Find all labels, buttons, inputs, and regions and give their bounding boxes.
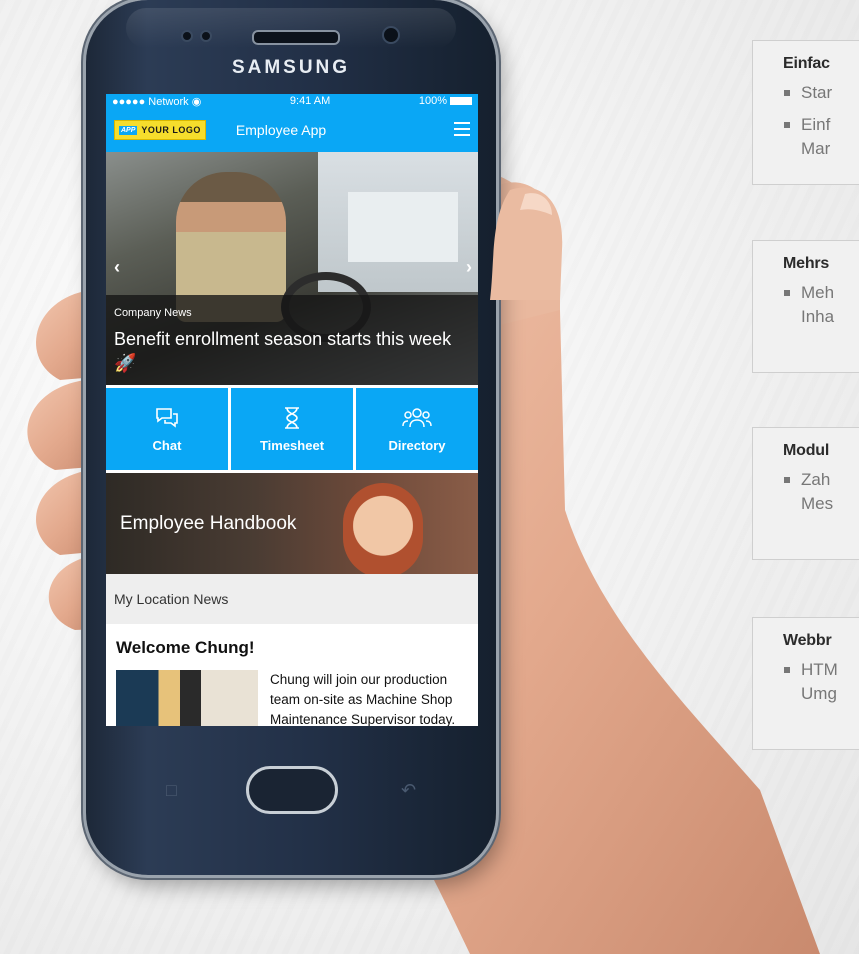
status-bar: ●●●●● Network ◉ 9:41 AM 100% [106, 94, 478, 108]
handbook-banner[interactable]: Employee Handbook [106, 473, 478, 574]
sensor-icon [200, 30, 212, 42]
news-body: Chung will join our production team on-s… [270, 672, 456, 726]
section-header: My Location News [106, 574, 478, 624]
home-button[interactable] [246, 766, 338, 814]
thumb-overlay [490, 187, 563, 300]
status-time: 9:41 AM [289, 95, 331, 107]
wifi-icon: ◉ [191, 95, 202, 108]
quick-actions: Chat Timesheet Directory [106, 385, 478, 473]
tile-label: Directory [388, 437, 446, 453]
sensor-icon [181, 30, 193, 42]
hourglass-icon [285, 406, 299, 429]
back-icon[interactable]: ↶ [401, 780, 416, 801]
app-screen: ●●●●● Network ◉ 9:41 AM 100% APP YOUR LO… [106, 94, 478, 726]
carousel-prev-icon[interactable]: ‹ [114, 257, 120, 278]
phone-device: SAMSUNG ●●●●● Network ◉ 9:41 AM 100% APP… [86, 0, 496, 875]
banner-title: Employee Handbook [120, 513, 297, 534]
battery-percent: 100% [418, 95, 447, 107]
hamburger-menu-icon[interactable] [454, 122, 470, 140]
tile-label: Timesheet [259, 437, 325, 453]
hero-category: Company News [114, 307, 192, 319]
card-bullet: Star [783, 81, 859, 105]
news-item[interactable]: Welcome Chung! Chung will join our produ… [106, 624, 478, 726]
app-title: Employee App [235, 122, 327, 138]
battery-icon [449, 97, 472, 105]
tile-chat[interactable]: Chat [106, 388, 228, 470]
support-agent-photo [343, 483, 423, 574]
network-indicator: ●●●●● Network ◉ [112, 95, 202, 108]
tile-timesheet[interactable]: Timesheet [231, 388, 353, 470]
speaker-grille [252, 30, 340, 45]
hero-caption: Company News Benefit enrollment season s… [106, 295, 478, 385]
card-title: Einfac [783, 55, 830, 72]
tile-label: Chat [152, 437, 182, 453]
recent-apps-icon[interactable]: □ [166, 780, 177, 801]
news-title: Welcome Chung! [116, 638, 255, 657]
phone-brand: SAMSUNG [231, 57, 351, 78]
hero-headline[interactable]: Benefit enrollment season starts this we… [114, 327, 468, 375]
news-thumbnail [116, 670, 258, 726]
hero-carousel[interactable]: ‹ › Company News Benefit enrollment seas… [106, 152, 478, 385]
app-logo[interactable]: APP YOUR LOGO [114, 120, 206, 140]
people-icon [402, 407, 432, 427]
logo-text: YOUR LOGO [141, 125, 201, 135]
tile-directory[interactable]: Directory [356, 388, 478, 470]
chat-icon [156, 407, 178, 428]
logo-tag: APP [119, 125, 138, 135]
front-camera-icon [382, 26, 400, 44]
app-header: APP YOUR LOGO Employee App [106, 108, 478, 152]
